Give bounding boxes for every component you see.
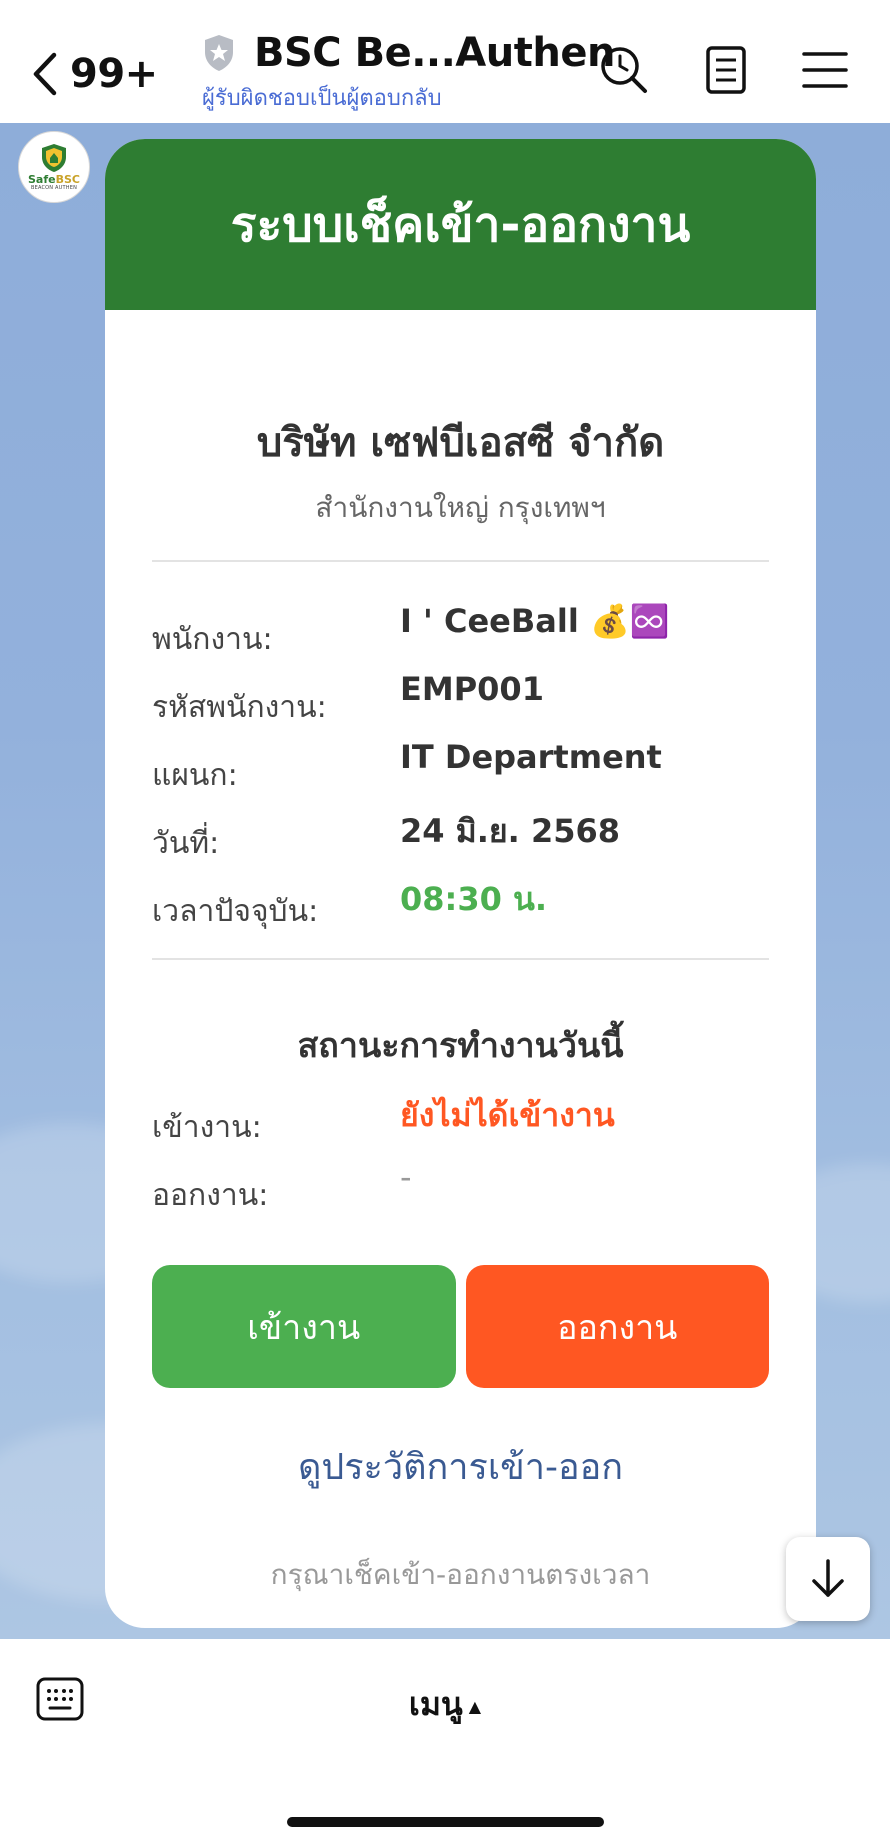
avatar-tagline: BEACON AUTHEN: [30, 185, 78, 191]
caret-up-icon: ▲: [468, 1696, 482, 1716]
scroll-to-bottom-button[interactable]: [786, 1537, 870, 1621]
checkin-card: ระบบเช็คเข้า-ออกงาน บริษัท เซฟบีเอสซี จำ…: [105, 139, 816, 1628]
info-row-employee-id: รหัสพนักงาน: EMP001: [105, 670, 816, 738]
info-label: รหัสพนักงาน:: [152, 690, 327, 725]
bottom-bar: เมนู ▲: [0, 1639, 890, 1840]
check-in-status: ยังไม่ได้เข้างาน: [400, 1096, 615, 1134]
chevron-left-icon: [33, 52, 57, 96]
status-label: ออกงาน:: [152, 1178, 269, 1213]
check-out-button[interactable]: ออกงาน: [465, 1265, 769, 1388]
hamburger-icon: [802, 52, 848, 88]
check-out-status: -: [400, 1158, 412, 1196]
info-row-date: วันที่: 24 มิ.ย. 2568: [105, 806, 816, 874]
bot-avatar[interactable]: SafeBSC BEACON AUTHEN: [18, 131, 90, 203]
avatar-brand: SafeBSC: [28, 173, 80, 186]
employee-id: EMP001: [400, 670, 544, 708]
safebsc-logo-icon: [42, 144, 66, 172]
info-row-department: แผนก: IT Department: [105, 738, 816, 806]
company-branch: สำนักงานใหญ่ กรุงเทพฯ: [315, 491, 606, 524]
notes-button[interactable]: [700, 44, 752, 96]
info-row-time: เวลาปัจจุบัน: 08:30 น.: [105, 874, 816, 942]
divider: [152, 560, 769, 562]
footer-note: กรุณาเช็คเข้า-ออกงานตรงเวลา: [270, 1558, 651, 1591]
chat-title-area[interactable]: BSC Be...Authen ผู้รับผิดชอบเป็นผู้ตอบกล…: [202, 30, 615, 115]
status-row-check-out: ออกงาน: -: [105, 1158, 816, 1226]
info-label: เวลาปัจจุบัน:: [152, 894, 319, 929]
view-history-link[interactable]: ดูประวัติการเข้า-ออก: [105, 1438, 816, 1495]
back-button[interactable]: 99+: [28, 44, 158, 104]
search-clock-icon: [601, 47, 647, 93]
current-date: 24 มิ.ย. 2568: [400, 812, 621, 850]
rich-menu-toggle[interactable]: เมนู ▲: [0, 1679, 890, 1730]
notes-icon: [706, 46, 746, 94]
info-label: พนักงาน:: [152, 622, 273, 657]
info-label: วันที่:: [152, 826, 220, 861]
arrow-down-icon: [812, 1559, 844, 1597]
employee-name: I ' CeeBall 💰♾️: [400, 602, 670, 640]
chat-title: BSC Be...Authen: [254, 30, 615, 76]
home-indicator[interactable]: [287, 1817, 604, 1827]
action-buttons: เข้างาน ออกงาน: [152, 1265, 769, 1388]
info-row-employee: พนักงาน: I ' CeeBall 💰♾️: [105, 602, 816, 670]
status-label: เข้างาน:: [152, 1110, 262, 1145]
status-title: สถานะการทำงานวันนี้: [297, 1026, 624, 1066]
chat-area[interactable]: SafeBSC BEACON AUTHEN ระบบเช็คเข้า-ออกงา…: [0, 123, 890, 1639]
hamburger-menu-button[interactable]: [800, 44, 852, 96]
current-time: 08:30 น.: [400, 880, 548, 918]
card-header-title: ระบบเช็คเข้า-ออกงาน: [230, 196, 691, 253]
card-header: ระบบเช็คเข้า-ออกงาน: [105, 139, 816, 310]
info-label: แผนก:: [152, 758, 238, 793]
chat-subtitle: ผู้รับผิดชอบเป็นผู้ตอบกลับ: [202, 86, 442, 111]
department: IT Department: [400, 738, 662, 776]
search-button[interactable]: [598, 44, 650, 96]
company-name: บริษัท เซฟบีเอสซี จำกัด: [256, 420, 665, 466]
divider: [152, 958, 769, 960]
verified-shield-icon: [205, 35, 233, 71]
unread-count: 99+: [70, 51, 158, 97]
menu-label: เมนู: [408, 1685, 463, 1723]
app-header: 99+ BSC Be...Authen ผู้รับผิดชอบเป็นผู้ต…: [0, 0, 890, 123]
work-status: เข้างาน: ยังไม่ได้เข้างาน ออกงาน: -: [105, 1090, 816, 1226]
status-row-check-in: เข้างาน: ยังไม่ได้เข้างาน: [105, 1090, 816, 1158]
check-in-button[interactable]: เข้างาน: [152, 1265, 456, 1388]
employee-info: พนักงาน: I ' CeeBall 💰♾️ รหัสพนักงาน: EM…: [105, 602, 816, 942]
